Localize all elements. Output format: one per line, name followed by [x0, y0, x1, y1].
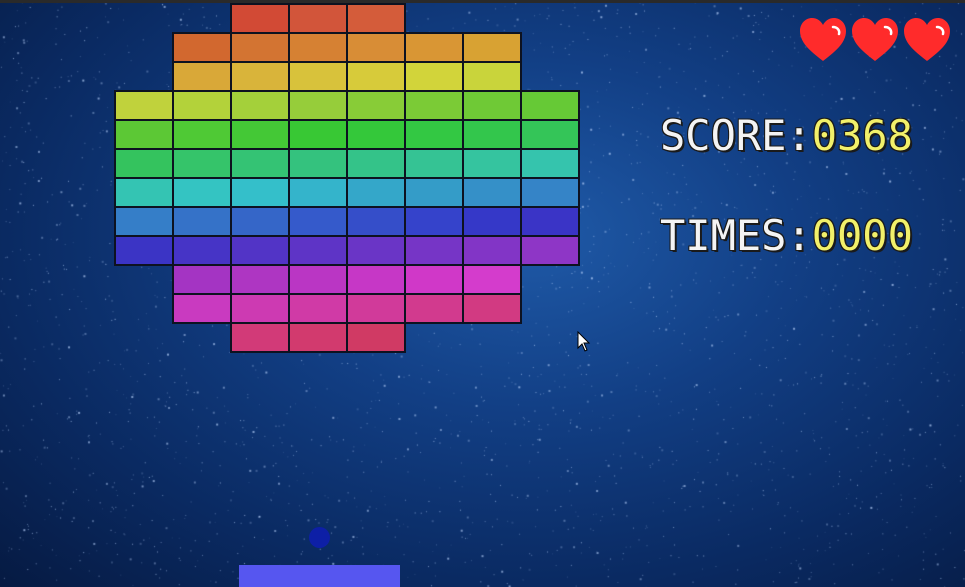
heart-icon — [904, 18, 950, 61]
brick — [404, 206, 464, 237]
brick — [520, 177, 580, 208]
brick — [346, 32, 406, 63]
brick — [288, 322, 348, 353]
brick — [462, 32, 522, 63]
brick — [462, 293, 522, 324]
brick — [288, 3, 348, 34]
brick — [520, 148, 580, 179]
paddle[interactable] — [239, 565, 400, 587]
brick — [230, 206, 290, 237]
brick — [404, 90, 464, 121]
brick — [404, 293, 464, 324]
brick — [172, 235, 232, 266]
score-value: 0368 — [811, 111, 913, 160]
brick — [346, 322, 406, 353]
brick — [346, 61, 406, 92]
game-canvas[interactable]: SCORE:0368 TIMES:0000 — [0, 0, 965, 587]
mouse-cursor-icon — [577, 331, 591, 352]
brick — [288, 177, 348, 208]
brick — [404, 61, 464, 92]
brick — [172, 177, 232, 208]
brick — [404, 32, 464, 63]
brick — [288, 90, 348, 121]
brick — [172, 119, 232, 150]
brick — [288, 235, 348, 266]
times-value: 0000 — [811, 211, 913, 260]
brick — [346, 148, 406, 179]
brick — [114, 235, 174, 266]
heart-icon — [800, 18, 846, 61]
brick — [230, 235, 290, 266]
brick — [172, 90, 232, 121]
brick — [172, 32, 232, 63]
brick — [230, 293, 290, 324]
brick — [346, 235, 406, 266]
brick — [172, 61, 232, 92]
brick-wall — [0, 0, 965, 587]
brick — [288, 206, 348, 237]
lives-indicator — [797, 15, 953, 65]
brick — [346, 293, 406, 324]
brick — [172, 206, 232, 237]
ball — [309, 527, 330, 548]
brick — [346, 177, 406, 208]
brick — [462, 235, 522, 266]
score-label: SCORE: — [660, 111, 812, 160]
brick — [172, 293, 232, 324]
brick — [346, 3, 406, 34]
heart-icon — [852, 18, 898, 61]
times-display: TIMES:0000 — [660, 212, 913, 260]
brick — [404, 148, 464, 179]
brick — [230, 90, 290, 121]
brick — [114, 119, 174, 150]
brick — [114, 90, 174, 121]
brick — [346, 264, 406, 295]
brick — [346, 119, 406, 150]
brick — [114, 148, 174, 179]
brick — [114, 177, 174, 208]
brick — [462, 206, 522, 237]
times-label: TIMES: — [660, 211, 812, 260]
brick — [172, 148, 232, 179]
brick — [230, 32, 290, 63]
brick — [462, 264, 522, 295]
brick — [462, 177, 522, 208]
brick — [520, 235, 580, 266]
brick — [462, 148, 522, 179]
brick — [520, 90, 580, 121]
brick — [114, 206, 174, 237]
brick — [288, 264, 348, 295]
brick — [172, 264, 232, 295]
brick — [346, 90, 406, 121]
brick — [230, 3, 290, 34]
brick — [230, 322, 290, 353]
brick — [230, 61, 290, 92]
brick — [404, 119, 464, 150]
brick — [404, 264, 464, 295]
brick — [230, 177, 290, 208]
brick — [288, 119, 348, 150]
brick — [230, 264, 290, 295]
score-display: SCORE:0368 — [660, 112, 913, 160]
brick — [288, 293, 348, 324]
brick — [462, 90, 522, 121]
brick — [288, 32, 348, 63]
brick — [462, 119, 522, 150]
brick — [230, 119, 290, 150]
brick — [520, 206, 580, 237]
brick — [404, 177, 464, 208]
brick — [520, 119, 580, 150]
brick — [288, 61, 348, 92]
brick — [230, 148, 290, 179]
brick — [346, 206, 406, 237]
brick — [288, 148, 348, 179]
brick — [404, 235, 464, 266]
brick — [462, 61, 522, 92]
